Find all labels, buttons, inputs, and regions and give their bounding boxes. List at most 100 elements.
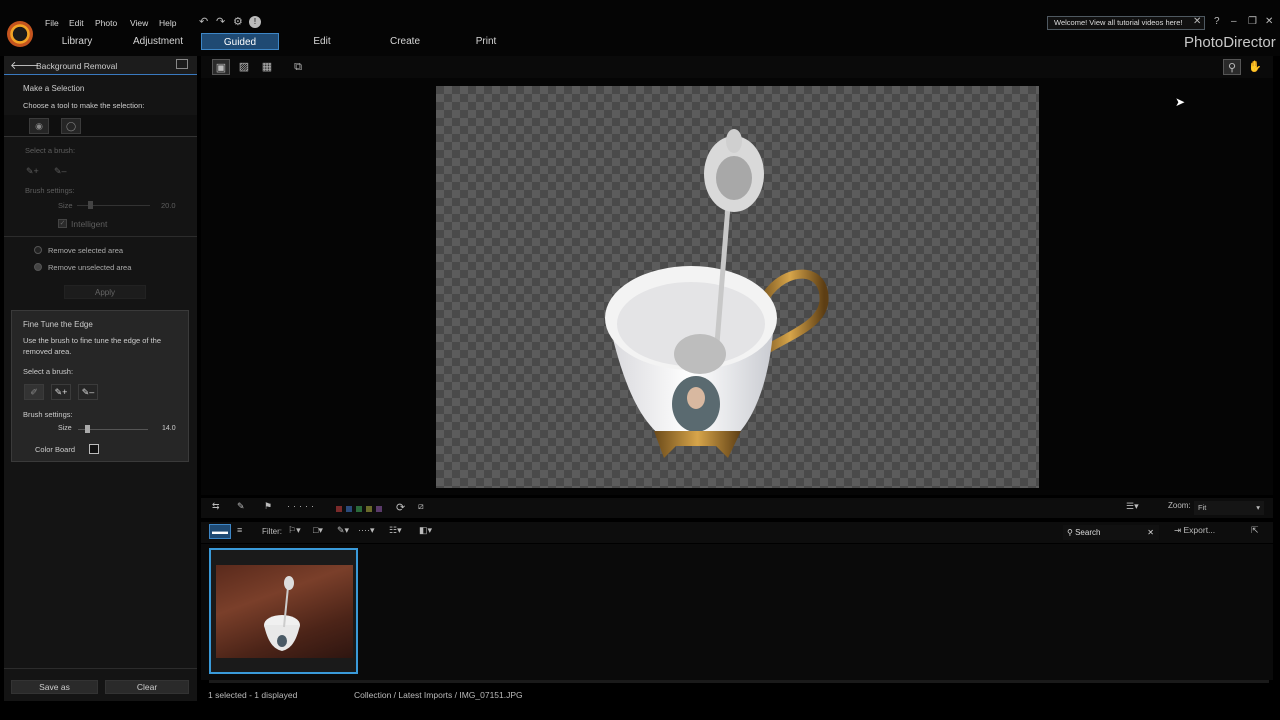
select-brush-label: Select a brush: bbox=[25, 146, 76, 155]
refresh-icon[interactable]: ⟳ bbox=[396, 501, 405, 514]
eraser-brush-icon[interactable]: ✐ bbox=[24, 384, 44, 400]
flag-icon[interactable]: ⚑ bbox=[264, 501, 272, 512]
zoom-value: Fit bbox=[1198, 503, 1207, 512]
brush-plus-icon[interactable]: ✎+ bbox=[51, 384, 71, 400]
thumbnail-teacup bbox=[264, 576, 300, 651]
filmstrip bbox=[201, 544, 1273, 680]
left-panel: 🡐 Background Removal Make a Selection Ch… bbox=[4, 56, 197, 701]
menu-file[interactable]: File bbox=[45, 18, 59, 28]
share-icon[interactable]: ⇱ bbox=[1251, 525, 1259, 536]
filmstrip-scrollbar[interactable] bbox=[209, 680, 1269, 683]
rating-dots[interactable]: ····· bbox=[287, 501, 317, 511]
fine-tune-description: Use the brush to fine tune the edge of t… bbox=[23, 336, 162, 356]
menu-photo[interactable]: Photo bbox=[95, 18, 117, 28]
sort-icon[interactable]: ☰▾ bbox=[1126, 501, 1139, 512]
save-as-button[interactable]: Save as bbox=[11, 680, 98, 694]
hand-tool-icon[interactable]: ✋ bbox=[1246, 59, 1264, 75]
color-label-purple[interactable] bbox=[376, 506, 382, 512]
filter-flag-icon[interactable]: ⚐▾ bbox=[288, 525, 301, 536]
file-path: Collection / Latest Imports / IMG_07151.… bbox=[354, 690, 523, 700]
edit-pen-icon[interactable]: ✎ bbox=[237, 501, 245, 512]
select-brush-label-2: Select a brush: bbox=[23, 367, 74, 376]
intelligent-checkbox: ✓ bbox=[58, 219, 67, 228]
tool-strip: ◉ ◯ bbox=[4, 115, 197, 137]
minimize-icon[interactable]: – bbox=[1231, 16, 1237, 27]
export-label: Export... bbox=[1183, 525, 1216, 535]
compare-view-icon[interactable]: ▨ bbox=[235, 59, 253, 75]
grid-view-icon[interactable]: ▦ bbox=[258, 59, 276, 75]
lasso-tool-icon[interactable]: ◯ bbox=[61, 118, 81, 134]
filmstrip-view-icon[interactable]: ▬▬ bbox=[209, 524, 231, 539]
list-view-icon[interactable]: ≡ bbox=[237, 525, 242, 535]
redo-icon[interactable]: ↷ bbox=[216, 15, 225, 28]
stack-icon[interactable]: ◧▾ bbox=[419, 525, 432, 536]
popout-icon[interactable] bbox=[176, 59, 188, 69]
size-label-2: Size bbox=[58, 425, 72, 432]
restore-icon[interactable]: ❐ bbox=[1248, 16, 1257, 27]
mouse-cursor-icon: ➤ bbox=[1175, 95, 1186, 109]
update-icon[interactable]: ! bbox=[249, 16, 261, 28]
rotate-left-icon[interactable]: ⇆ bbox=[212, 501, 220, 512]
intelligent-label: Intelligent bbox=[71, 219, 108, 229]
help-icon[interactable]: ? bbox=[1214, 16, 1220, 27]
remove-selected-label: Remove selected area bbox=[48, 246, 124, 255]
welcome-banner[interactable]: Welcome! View all tutorial videos here! bbox=[1047, 16, 1205, 30]
photo-preview[interactable] bbox=[436, 86, 1039, 488]
close-window-icon[interactable]: ✕ bbox=[1265, 16, 1273, 27]
photo-thumbnail[interactable] bbox=[209, 548, 358, 674]
menu-help[interactable]: Help bbox=[159, 18, 176, 28]
app-logo bbox=[7, 21, 33, 47]
menu-view[interactable]: View bbox=[130, 18, 148, 28]
filter-shape-icon[interactable]: □▾ bbox=[313, 525, 323, 536]
undo-icon[interactable]: ↶ bbox=[199, 15, 208, 28]
remove-unselected-label: Remove unselected area bbox=[48, 263, 132, 272]
thumbnail-image bbox=[216, 565, 353, 658]
export-button[interactable]: ⇥ Export... bbox=[1174, 525, 1215, 536]
zoom-tool-icon[interactable]: ⚲ bbox=[1223, 59, 1241, 75]
color-label-yellow[interactable] bbox=[366, 506, 372, 512]
panel-header: 🡐 Background Removal bbox=[4, 56, 197, 75]
search-placeholder: Search bbox=[1075, 528, 1101, 537]
tab-guided[interactable]: Guided bbox=[201, 33, 279, 50]
brand-name: PhotoDirector bbox=[1184, 34, 1276, 51]
clear-button[interactable]: Clear bbox=[105, 680, 189, 694]
brush-add-icon: ✎+ bbox=[26, 166, 39, 176]
color-label-red[interactable] bbox=[336, 506, 342, 512]
panel-title: Background Removal bbox=[36, 61, 118, 71]
smart-brush-tool-icon[interactable]: ◉ bbox=[29, 118, 49, 134]
color-board-swatch[interactable] bbox=[89, 444, 99, 454]
fullscreen-view-icon[interactable]: ⧉ bbox=[289, 59, 307, 75]
brush-subtract-icon: ✎– bbox=[54, 166, 67, 176]
make-selection-heading: Make a Selection bbox=[23, 84, 85, 93]
crop-icon[interactable]: ⧄ bbox=[418, 501, 424, 512]
tab-create[interactable]: Create bbox=[384, 33, 426, 50]
size-slider-knob-2[interactable] bbox=[85, 425, 90, 433]
tab-print[interactable]: Print bbox=[470, 33, 502, 50]
search-input[interactable]: ⚲ Search ✕ bbox=[1063, 525, 1159, 540]
tab-library[interactable]: Library bbox=[52, 33, 102, 50]
color-label-green[interactable] bbox=[356, 506, 362, 512]
clear-search-icon[interactable]: ✕ bbox=[1147, 525, 1154, 540]
color-label-blue[interactable] bbox=[346, 506, 352, 512]
size-value: 20.0 bbox=[161, 201, 176, 210]
divider bbox=[4, 668, 197, 669]
sort-order-icon[interactable]: ☷▾ bbox=[389, 525, 402, 536]
fine-tune-section: Fine Tune the Edge Use the brush to fine… bbox=[11, 310, 189, 462]
color-board-label: Color Board bbox=[35, 445, 76, 454]
filter-dots-icon[interactable]: ····▾ bbox=[358, 525, 375, 536]
size-slider-knob bbox=[88, 201, 93, 209]
tab-adjustment[interactable]: Adjustment bbox=[130, 33, 186, 50]
selection-status: 1 selected - 1 displayed bbox=[208, 690, 298, 700]
brush-minus-icon[interactable]: ✎– bbox=[78, 384, 98, 400]
photo-tools-bar: ⇆ ✎ ⚑ ····· ⟳ ⧄ ☰▾ Zoom: Fit ▾ bbox=[201, 498, 1273, 518]
search-icon: ⚲ bbox=[1067, 528, 1076, 537]
close-banner-icon[interactable]: ✕ bbox=[1193, 16, 1201, 27]
settings-icon[interactable]: ⚙ bbox=[233, 15, 243, 28]
filter-pen-icon[interactable]: ✎▾ bbox=[337, 525, 349, 536]
tab-edit[interactable]: Edit bbox=[306, 33, 338, 50]
zoom-select[interactable]: Fit ▾ bbox=[1194, 501, 1264, 515]
single-view-icon[interactable]: ▣ bbox=[212, 59, 230, 75]
filter-label: Filter: bbox=[262, 527, 282, 536]
menu-edit[interactable]: Edit bbox=[69, 18, 84, 28]
size-value-2: 14.0 bbox=[162, 425, 176, 432]
